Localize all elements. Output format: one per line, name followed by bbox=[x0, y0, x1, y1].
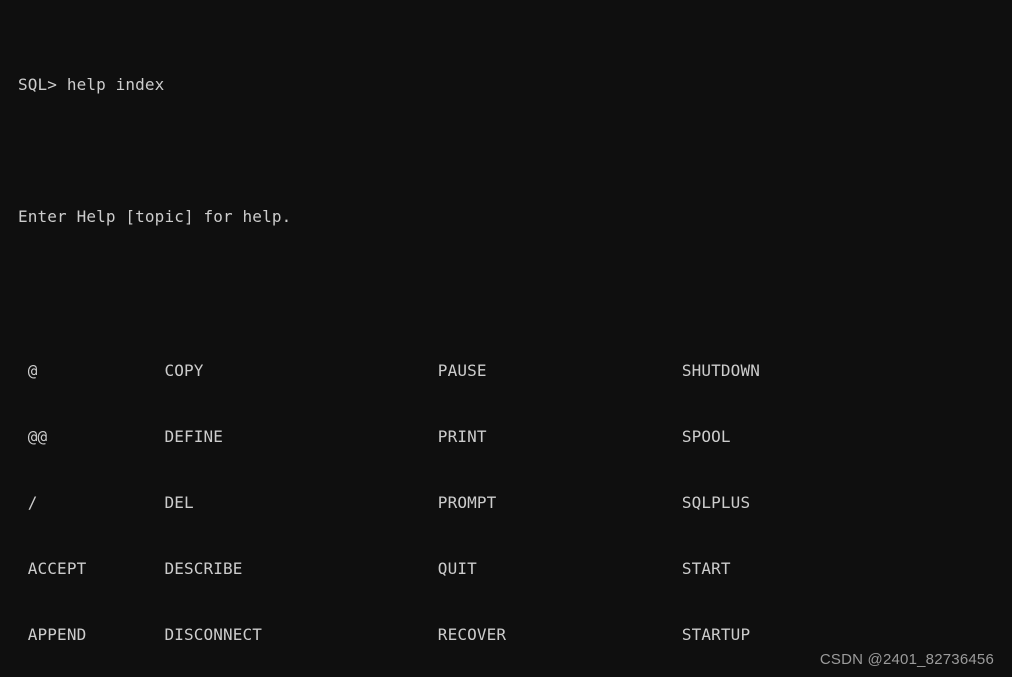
terminal-window[interactable]: SQL> help index Enter Help [topic] for h… bbox=[0, 0, 1012, 677]
terminal-output: SQL> help index Enter Help [topic] for h… bbox=[18, 8, 848, 677]
help-index-row: ACCEPT DESCRIBE QUIT START bbox=[18, 559, 731, 578]
command-line-help-index: SQL> help index bbox=[18, 75, 165, 94]
help-index-row: @@ DEFINE PRINT SPOOL bbox=[18, 427, 731, 446]
help-index-row: / DEL PROMPT SQLPLUS bbox=[18, 493, 751, 512]
help-index-row: APPEND DISCONNECT RECOVER STARTUP bbox=[18, 625, 751, 644]
help-hint-line: Enter Help [topic] for help. bbox=[18, 207, 292, 226]
help-index-row: @ COPY PAUSE SHUTDOWN bbox=[18, 361, 760, 380]
